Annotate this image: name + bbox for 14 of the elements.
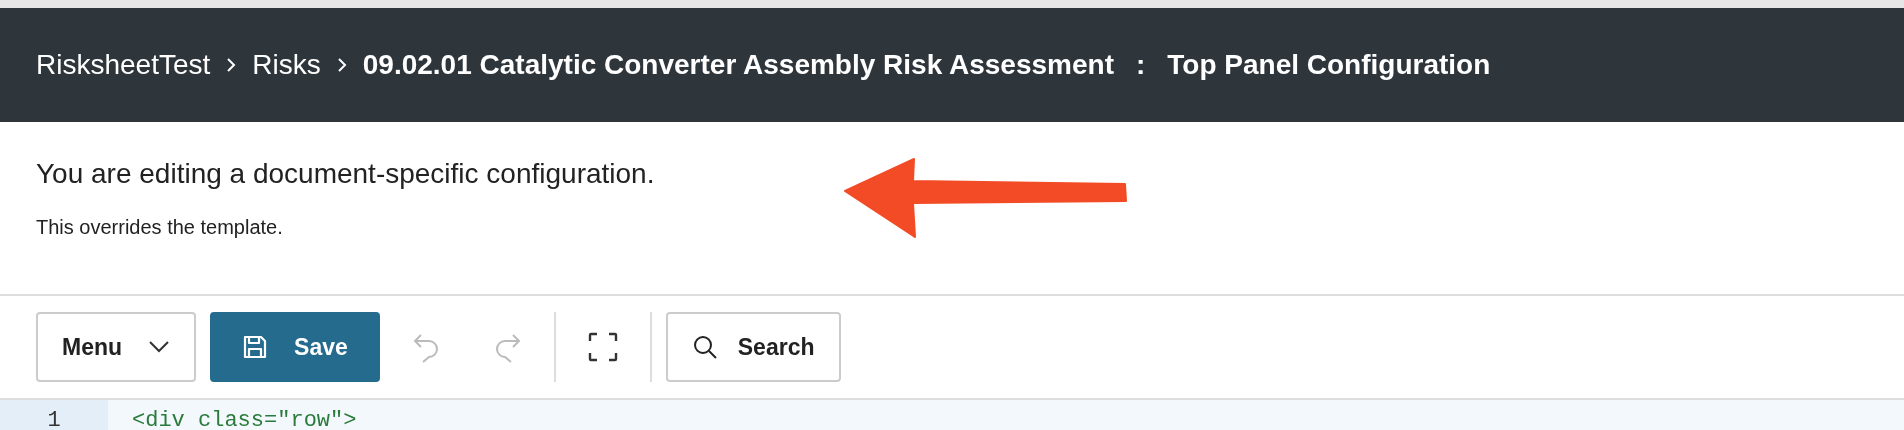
- breadcrumb-link[interactable]: Risks: [252, 49, 321, 81]
- search-button[interactable]: Search: [665, 312, 841, 382]
- breadcrumb-link[interactable]: RisksheetTest: [36, 49, 211, 81]
- document-title: 09.02.01 Catalytic Converter Assembly Risk Assessment: [362, 49, 1114, 81]
- save-button[interactable]: Save: [210, 312, 380, 382]
- caret-icon: [148, 340, 171, 354]
- fullscreen-icon: [586, 331, 619, 363]
- notice-detail: This overrides the template.: [36, 216, 284, 239]
- title-separator: :: [1135, 49, 1146, 81]
- line-number: 1: [0, 400, 108, 430]
- page-title: Top Panel Configuration: [1167, 49, 1491, 81]
- search-icon: [691, 334, 718, 360]
- menu-dropdown[interactable]: Menu: [36, 312, 197, 382]
- notice-message: You are editing a document-specific configuration.: [36, 158, 656, 190]
